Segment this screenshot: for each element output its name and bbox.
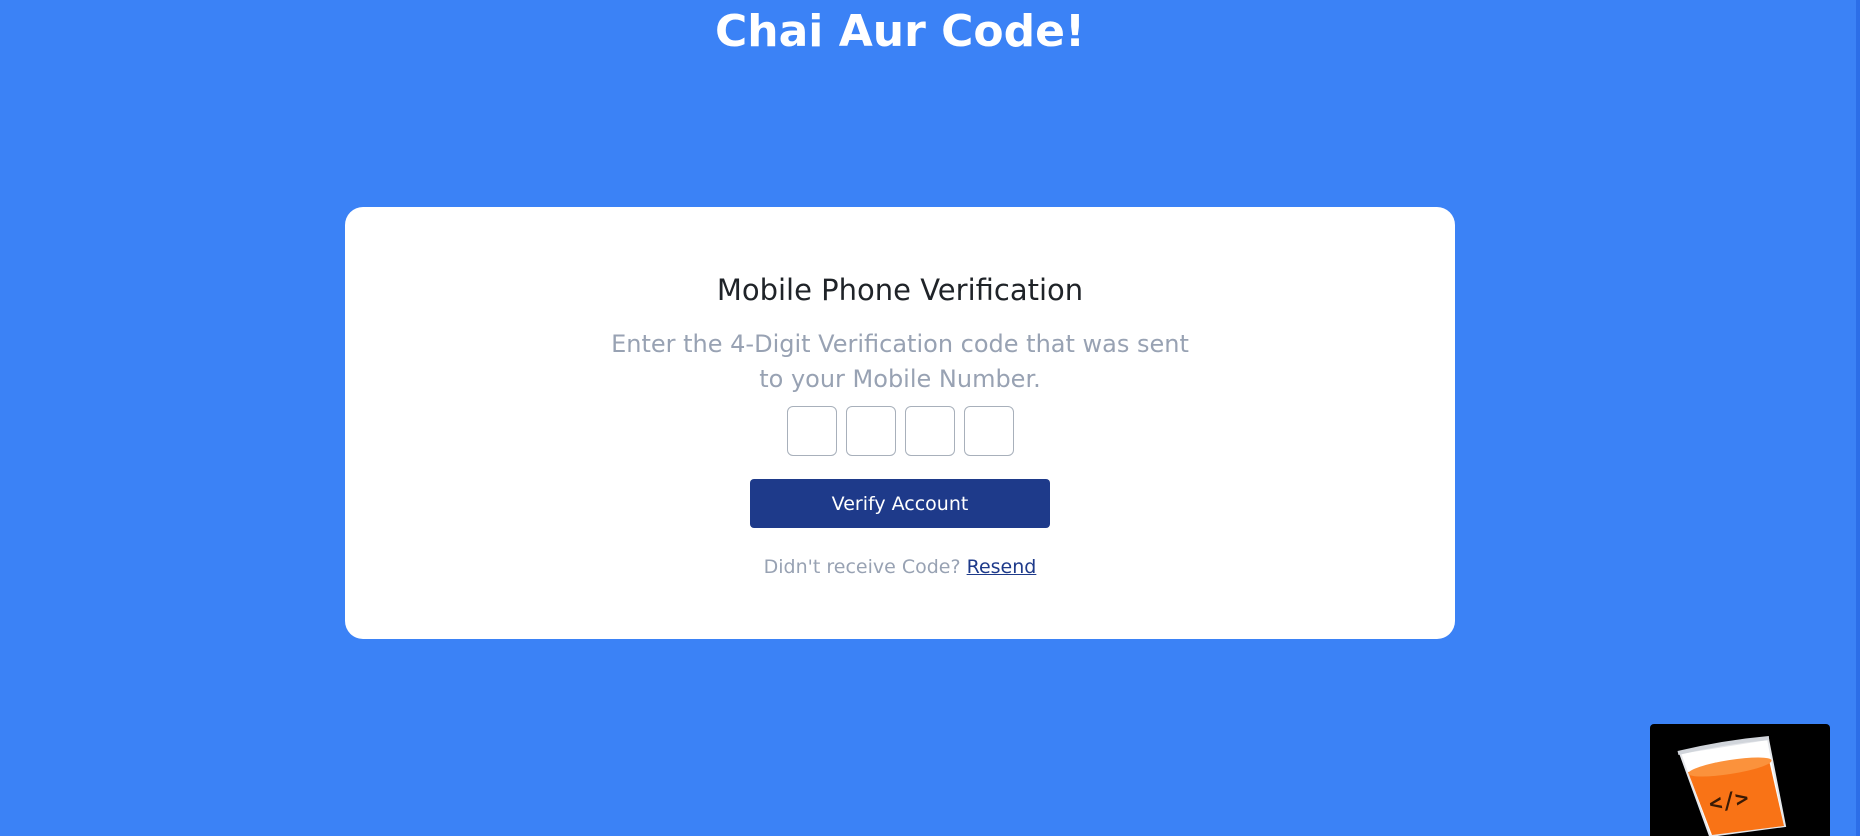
card-description: Enter the 4-Digit Verification code that…: [611, 330, 1189, 393]
chai-aur-code-logo: </>: [1650, 724, 1830, 836]
resend-prompt: Didn't receive Code?: [763, 556, 961, 578]
scrollbar[interactable]: [1856, 0, 1860, 836]
resend-line: Didn't receive Code? Resend: [345, 554, 1455, 580]
chai-cup-code-icon: </>: [1677, 736, 1787, 836]
resend-link[interactable]: Resend: [967, 556, 1037, 578]
otp-digit-2[interactable]: [845, 406, 896, 456]
card-title: Mobile Phone Verification: [716, 273, 1084, 307]
page-title: Chai Aur Code!: [714, 6, 1086, 57]
otp-digit-1[interactable]: [786, 406, 837, 456]
otp-digit-3[interactable]: [904, 406, 955, 456]
otp-digit-4[interactable]: [963, 406, 1014, 456]
verify-account-button[interactable]: Verify Account: [750, 479, 1050, 528]
otp-input-group: [345, 406, 1455, 456]
verification-card: Mobile Phone Verification Enter the 4-Di…: [345, 207, 1455, 639]
